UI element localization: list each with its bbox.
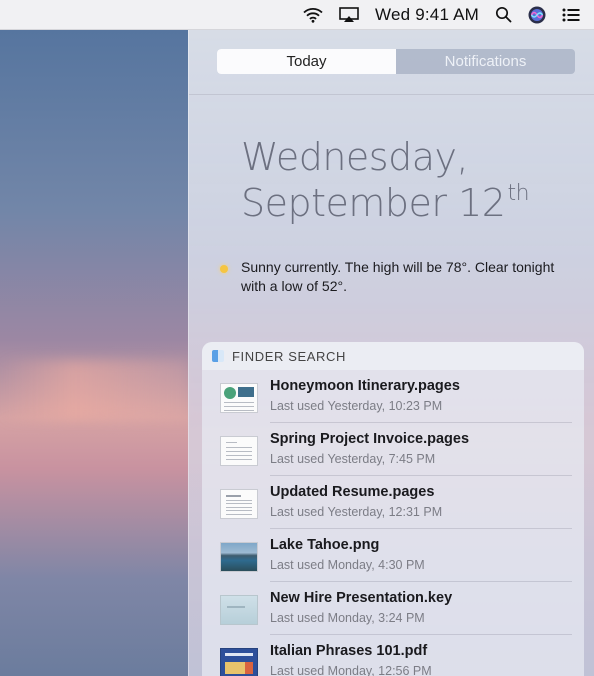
tab-notifications[interactable]: Notifications [396,49,575,74]
date-weekday: Wednesday, [241,135,469,179]
menu-bar: Wed 9:41 AM [0,0,594,30]
list-item[interactable]: Lake Tahoe.png Last used Monday, 4:30 PM [202,529,584,582]
tab-today[interactable]: Today [217,49,396,74]
document-thumbnail-icon [220,383,258,413]
date-month-day: September 12th [241,181,530,225]
date-ordinal-suffix: th [507,181,530,206]
file-list: Honeymoon Itinerary.pages Last used Yest… [202,370,584,676]
date-month-day-text: September 12 [241,181,506,225]
list-item[interactable]: Updated Resume.pages Last used Yesterday… [202,476,584,529]
notification-center-panel: Today Notifications Wednesday, September… [188,30,594,676]
file-name: New Hire Presentation.key [270,590,453,606]
pdf-thumbnail-icon [220,648,258,676]
file-last-used: Last used Yesterday, 7:45 PM [270,452,436,466]
document-thumbnail-icon [220,436,258,466]
airplay-icon[interactable] [339,6,359,23]
file-name: Spring Project Invoice.pages [270,431,470,447]
file-name: Updated Resume.pages [270,484,435,500]
sun-icon [220,265,228,273]
notification-center-icon[interactable] [562,8,580,22]
siri-icon[interactable] [528,6,546,24]
image-thumbnail-icon [220,542,258,572]
list-item[interactable]: Spring Project Invoice.pages Last used Y… [202,423,584,476]
finder-search-header: FINDER SEARCH [202,342,584,370]
finder-search-widget: FINDER SEARCH Honeymoon Itinerary.pages … [202,342,584,676]
presentation-thumbnail-icon [220,595,258,625]
file-last-used: Last used Monday, 12:56 PM [270,664,432,676]
desktop-wallpaper [0,30,188,676]
finder-icon [212,350,224,362]
list-item[interactable]: New Hire Presentation.key Last used Mond… [202,582,584,635]
file-name: Honeymoon Itinerary.pages [270,378,460,394]
file-name: Lake Tahoe.png [270,537,380,553]
file-last-used: Last used Yesterday, 12:31 PM [270,505,443,519]
file-name: Italian Phrases 101.pdf [270,643,428,659]
wifi-icon[interactable] [303,7,323,23]
today-notifications-segmented-control: Today Notifications [217,49,575,74]
menu-bar-clock[interactable]: Wed 9:41 AM [375,5,479,25]
weather-summary: Sunny currently. The high will be 78°. C… [241,259,555,294]
file-last-used: Last used Monday, 4:30 PM [270,558,425,572]
file-last-used: Last used Yesterday, 10:23 PM [270,399,443,413]
document-thumbnail-icon [220,489,258,519]
search-icon[interactable] [495,6,512,23]
list-item[interactable]: Italian Phrases 101.pdf Last used Monday… [202,635,584,676]
header-divider [189,94,594,95]
file-last-used: Last used Monday, 3:24 PM [270,611,425,625]
list-item[interactable]: Honeymoon Itinerary.pages Last used Yest… [202,370,584,423]
widget-title: FINDER SEARCH [232,348,346,364]
